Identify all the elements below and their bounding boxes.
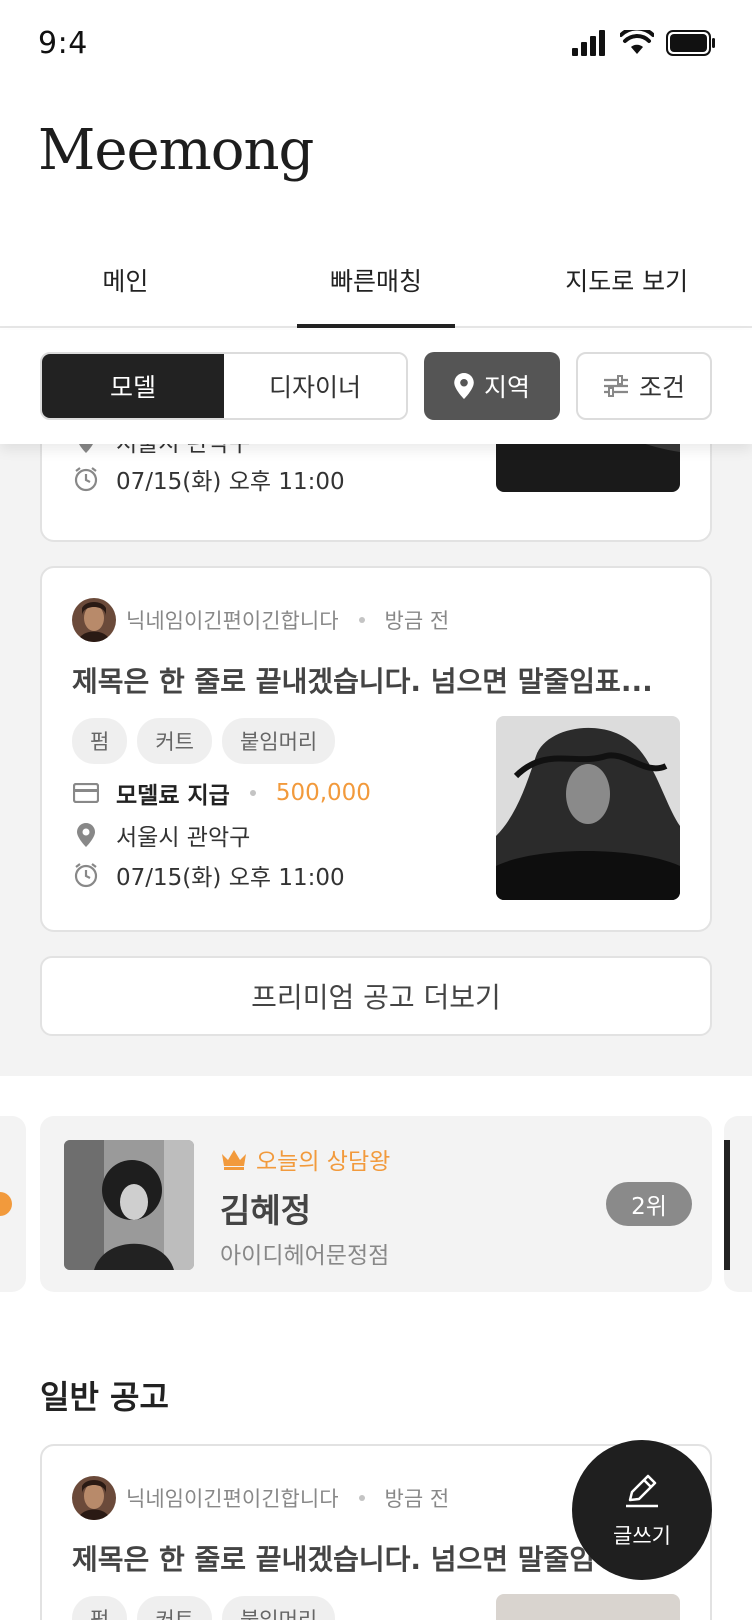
premium-post-card[interactable]: 닉네임이긴편이긴합니다 방금 전 제목은 한 줄로 끝내겠습니다. 넘으면 말줄… — [40, 566, 712, 932]
datetime-text: 07/15(화) 오후 11:00 — [116, 469, 345, 495]
post-thumbnail — [496, 716, 680, 900]
location-text: 서울시 관악구 — [116, 825, 251, 851]
location-row: 서울시 관악구 — [72, 818, 250, 852]
fab-label: 글쓰기 — [613, 1524, 671, 1548]
tag: 펌 — [72, 1596, 128, 1620]
shop-name: 아이디헤어문정점 — [220, 1243, 390, 1269]
alarm-clock-icon — [72, 466, 100, 492]
author-nickname: 닉네임이긴편이긴합니다 — [126, 1487, 339, 1511]
premium-more-button[interactable]: 프리미엄 공고 더보기 — [40, 956, 712, 1036]
signal-icon — [572, 30, 605, 56]
tag-list: 펌 커트 붙임머리 — [72, 1596, 336, 1620]
datetime-text: 07/15(화) 오후 11:00 — [116, 865, 345, 891]
ranking-card-next[interactable] — [724, 1116, 752, 1292]
status-bar: 9:4 — [0, 0, 752, 92]
region-filter-label: 지역 — [483, 373, 530, 402]
rank-badge: 2위 — [606, 1182, 692, 1226]
separator-dot — [358, 617, 365, 623]
avatar[interactable] — [72, 1476, 116, 1520]
tab-bar: 메인 빠른매칭 지도로 보기 — [0, 248, 752, 328]
alarm-clock-icon — [72, 862, 100, 888]
location-pin-icon — [72, 823, 100, 847]
sliders-icon — [603, 375, 628, 397]
author-row: 닉네임이긴편이긴합니다 방금 전 — [72, 598, 449, 642]
battery-icon — [666, 30, 715, 56]
ranking-kicker-text: 오늘의 상담왕 — [256, 1149, 391, 1175]
crown-icon — [222, 1150, 246, 1170]
condition-filter-label: 조건 — [638, 373, 685, 402]
post-time: 방금 전 — [384, 609, 450, 633]
fee-label: 모델료 지급 — [116, 783, 230, 809]
tag: 커트 — [137, 718, 212, 764]
tab-main[interactable]: 메인 — [0, 248, 251, 326]
status-icons — [572, 30, 716, 56]
ranking-kicker: 오늘의 상담왕 — [220, 1142, 390, 1176]
datetime-row: 07/15(화) 오후 11:00 — [72, 462, 345, 496]
tab-quick-match[interactable]: 빠른매칭 — [251, 248, 502, 328]
pencil-icon — [626, 1474, 658, 1508]
post-thumbnail — [496, 1594, 680, 1620]
author-row: 닉네임이긴편이긴합니다 방금 전 — [72, 1476, 449, 1520]
location-pin-icon — [454, 373, 474, 399]
author-nickname: 닉네임이긴편이긴합니다 — [126, 609, 339, 633]
segment-designer[interactable]: 디자이너 — [224, 354, 406, 418]
ranking-card-prev[interactable] — [0, 1116, 26, 1292]
tag: 붙임머리 — [221, 718, 336, 764]
status-time: 9:4 — [38, 26, 88, 61]
separator-dot — [249, 790, 256, 796]
post-title: 제목은 한 줄로 끝내겠습니다. 넘으면 말줄임 — [72, 1543, 596, 1576]
tag: 펌 — [72, 718, 128, 764]
tag: 붙임머리 — [221, 1596, 336, 1620]
fee-row: 모델료 지급 500,000 — [72, 776, 371, 810]
post-time: 방금 전 — [384, 1487, 450, 1511]
tag: 커트 — [137, 1596, 212, 1620]
tag-list: 펌 커트 붙임머리 — [72, 718, 336, 764]
section-title: 일반 공고 — [40, 1378, 169, 1416]
app-title: Meemong — [38, 118, 314, 183]
separator-dot — [358, 1495, 365, 1501]
post-title: 제목은 한 줄로 끝내겠습니다. 넘으면 말줄임표... — [72, 665, 653, 698]
tab-map-view[interactable]: 지도로 보기 — [501, 248, 752, 326]
role-segmented-control: 모델 디자이너 — [40, 352, 408, 420]
ranking-card[interactable]: 오늘의 상담왕 김혜정 아이디헤어문정점 2위 — [40, 1116, 712, 1292]
fee-value: 500,000 — [275, 780, 371, 806]
write-post-fab[interactable]: 글쓰기 — [572, 1440, 712, 1580]
avatar[interactable] — [72, 598, 116, 642]
condition-filter-button[interactable]: 조건 — [576, 352, 712, 420]
datetime-row: 07/15(화) 오후 11:00 — [72, 858, 345, 892]
credit-card-icon — [72, 783, 100, 803]
wifi-icon — [620, 30, 654, 54]
filter-bar: 모델 디자이너 지역 조건 — [0, 330, 752, 444]
region-filter-button[interactable]: 지역 — [424, 352, 560, 420]
designer-photo — [64, 1140, 194, 1270]
segment-model[interactable]: 모델 — [42, 354, 224, 418]
designer-name: 김혜정 — [220, 1191, 312, 1230]
